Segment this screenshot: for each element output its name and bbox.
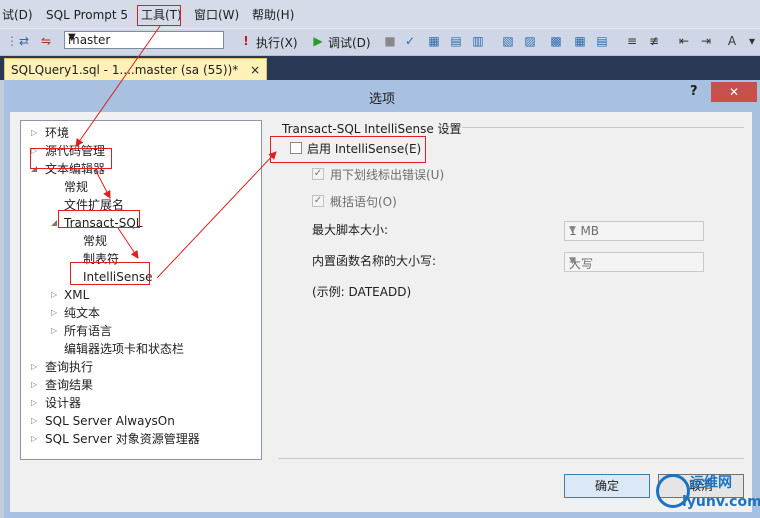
watermark-logo: 运维网 iyunv.com <box>656 470 760 518</box>
watermark-line2: iyunv.com <box>682 494 760 510</box>
watermark-line1: 运维网 <box>690 475 732 491</box>
arrow-tools-to-editor <box>75 25 161 147</box>
arrow-intellisense-to-enable <box>156 151 277 279</box>
arrow-editor-to-tsql <box>94 168 111 199</box>
arrow-tsql-to-intellisense <box>117 227 139 259</box>
annotation-arrows <box>75 25 277 279</box>
